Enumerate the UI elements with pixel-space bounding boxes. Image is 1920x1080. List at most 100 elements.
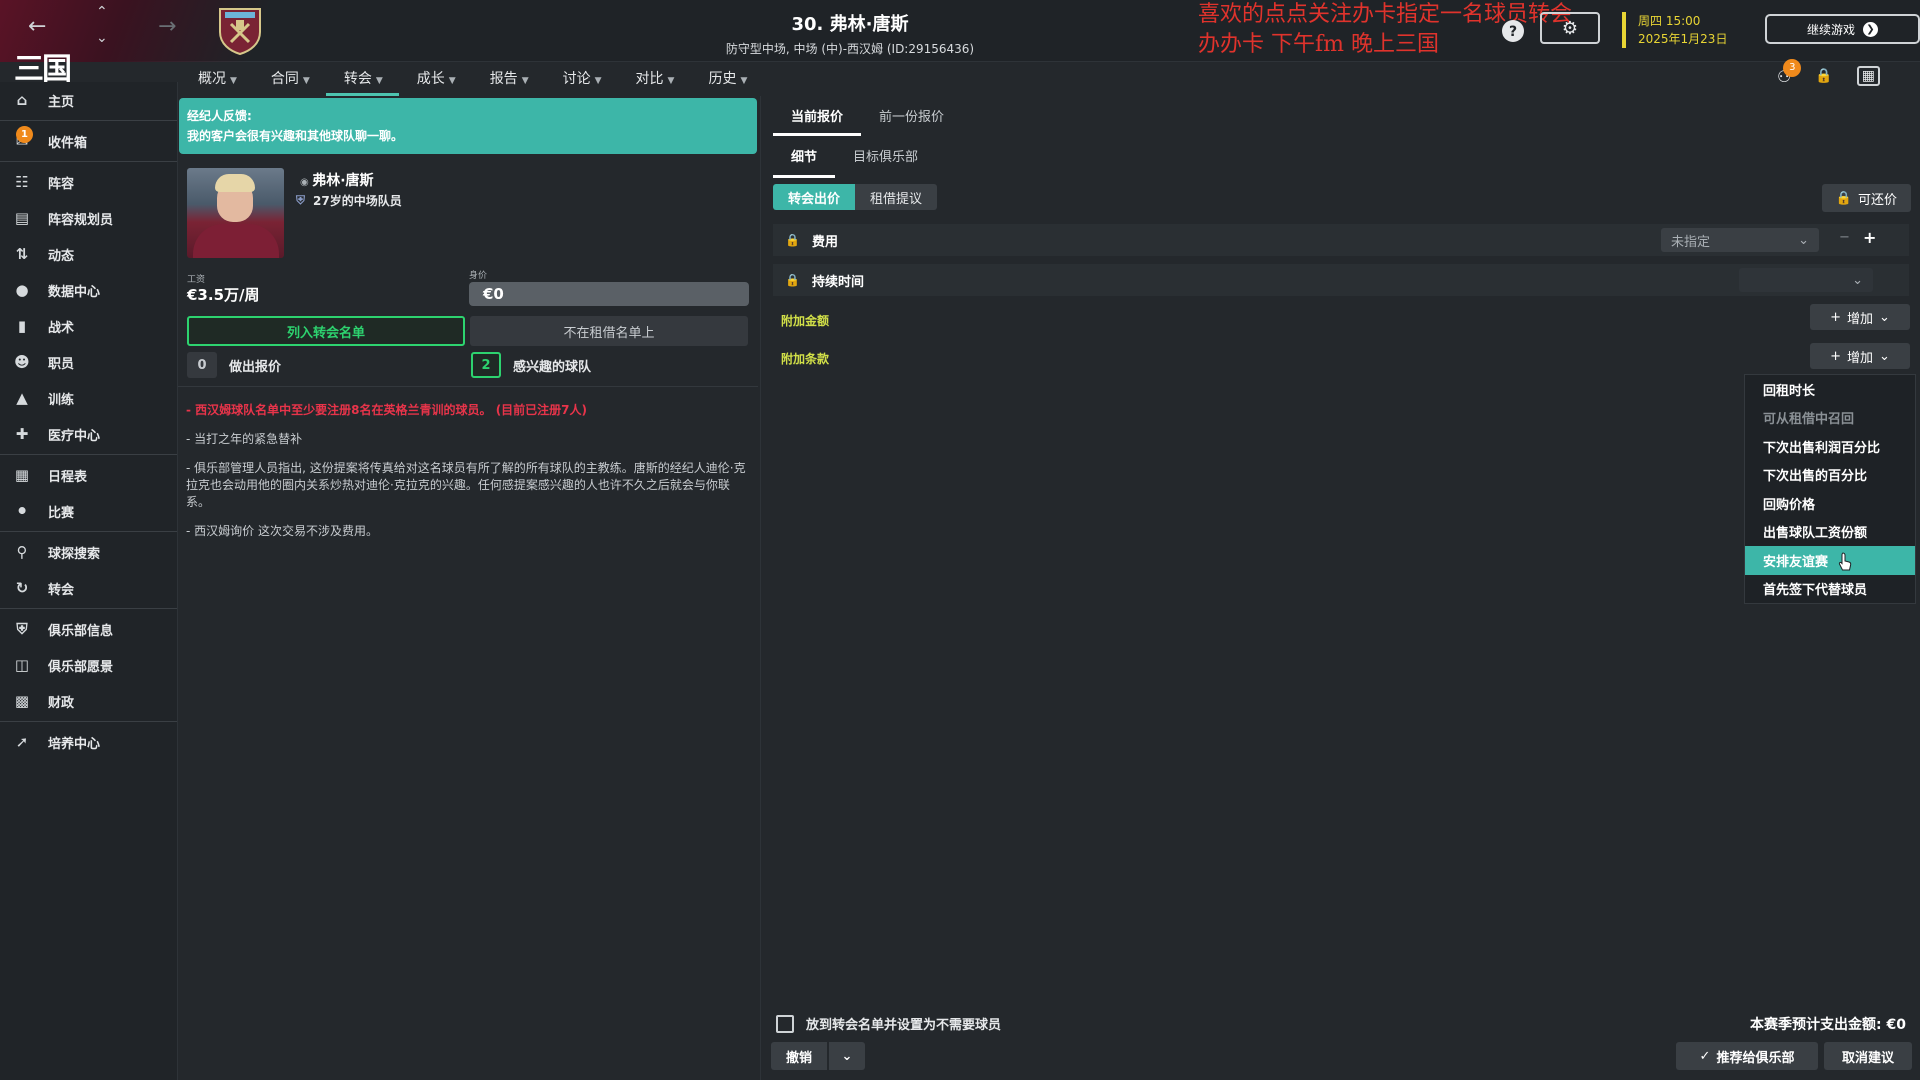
- tab-overview[interactable]: 概况 ▼: [180, 62, 253, 96]
- menu-item-friendly-match[interactable]: 安排友谊赛: [1745, 546, 1915, 575]
- chevron-down-icon: ▼: [521, 76, 529, 86]
- dynamics-icon: ⇅: [15, 245, 29, 263]
- menu-item-loan-back-duration[interactable]: 回租时长: [1745, 375, 1915, 404]
- menu-item-sign-replacement-first[interactable]: 首先签下代替球员: [1745, 575, 1915, 604]
- sidebar-item-label: 培养中心: [48, 736, 101, 752]
- training-icon: ▲: [16, 389, 28, 407]
- add-label: 增加: [1846, 311, 1873, 327]
- plus-icon: +: [1830, 348, 1841, 364]
- interested-label: 感兴趣的球队: [513, 359, 592, 375]
- sidebar-item-schedule[interactable]: ▦ 日程表: [0, 457, 177, 493]
- transfer-list-checkbox-row[interactable]: 放到转会名单并设置为不需要球员: [776, 1014, 1001, 1033]
- forward-arrow-icon[interactable]: →: [158, 14, 176, 39]
- lock-icon[interactable]: 🔒: [785, 273, 800, 287]
- undo-options-button[interactable]: ⌄: [829, 1042, 865, 1070]
- top-bar: ← ⌃ ⌄ → 三国 30. 弗林·唐斯 防守型中场, 中场 (中)-西汉姆 (…: [0, 0, 1920, 87]
- player-desc-label: 27岁的中场队员: [313, 194, 402, 208]
- lock-icon: 🔒: [1835, 190, 1852, 206]
- menu-item-wage-contribution[interactable]: 出售球队工资份额: [1745, 518, 1915, 547]
- agent-feedback-title: 经纪人反馈:: [187, 109, 252, 123]
- sidebar-item-development[interactable]: ➚ 培养中心: [0, 724, 177, 760]
- tab-label: 转会: [343, 71, 372, 87]
- chevron-down-icon[interactable]: ⌄: [96, 30, 108, 46]
- tab-compare[interactable]: 对比 ▼: [618, 62, 691, 96]
- layout-toggle-icon[interactable]: ▦: [1856, 66, 1880, 86]
- offers-made[interactable]: 0 做出报价: [187, 352, 281, 378]
- chevron-down-icon: ⌄: [1879, 309, 1890, 325]
- sidebar-item-squad-planner[interactable]: ▤ 阵容规划员: [0, 200, 177, 236]
- development-icon: ➚: [15, 733, 29, 751]
- settings-gear-icon[interactable]: ⚙: [1540, 12, 1600, 44]
- tab-transfer[interactable]: 转会 ▼: [325, 62, 399, 96]
- chevron-down-icon: ▼: [375, 76, 383, 86]
- undo-button[interactable]: 撤销: [771, 1042, 827, 1070]
- sidebar-item-squad[interactable]: ☷ 阵容: [0, 164, 177, 200]
- tab-target-club[interactable]: 目标俱乐部: [835, 142, 936, 178]
- interested-clubs[interactable]: 2 感兴趣的球队: [471, 352, 591, 378]
- menu-item-buy-back-price[interactable]: 回购价格: [1745, 489, 1915, 518]
- player-name-label: 弗林·唐斯: [312, 173, 374, 189]
- tab-current-offer[interactable]: 当前报价: [773, 102, 862, 136]
- offer-type-toggle: 转会出价 租借提议: [773, 184, 938, 210]
- sidebar-item-medical[interactable]: ✚ 医疗中心: [0, 416, 177, 452]
- sidebar-item-scouting[interactable]: ⚲ 球探搜索: [0, 534, 177, 570]
- minus-icon[interactable]: −: [1839, 230, 1850, 245]
- sidebar-item-transfers[interactable]: ↻ 转会: [0, 570, 177, 606]
- sidebar-item-club-vision[interactable]: ◫ 俱乐部愿景: [0, 647, 177, 683]
- add-clause-label: 附加条款: [781, 352, 830, 366]
- sidebar-item-staff[interactable]: ☻ 职员: [0, 344, 177, 380]
- player-name[interactable]: ◉ 弗林·唐斯: [300, 170, 374, 190]
- sidebar-item-tactics[interactable]: ▮ 战术: [0, 308, 177, 344]
- add-clause-button[interactable]: + 增加 ⌄: [1810, 343, 1910, 369]
- calendar-icon: ▦: [14, 466, 30, 484]
- player-photo: [187, 168, 284, 258]
- duration-label: 持续时间: [811, 274, 864, 290]
- transfer-offer-option[interactable]: 转会出价: [773, 184, 856, 210]
- menu-item-recall-from-loan[interactable]: 可从租借中召回: [1745, 404, 1915, 433]
- add-amount-button[interactable]: + 增加 ⌄: [1810, 304, 1910, 330]
- withdraw-suggestion-button[interactable]: 取消建议: [1824, 1042, 1912, 1070]
- transfer-list-checkbox[interactable]: [776, 1014, 794, 1033]
- add-to-transfer-list-button[interactable]: 列入转会名单: [187, 316, 465, 346]
- lock-icon[interactable]: 🔒: [1815, 68, 1832, 84]
- home-icon: ⌂: [16, 91, 28, 109]
- negotiable-button[interactable]: 🔒 可还价: [1821, 184, 1911, 212]
- duration-select[interactable]: ⌄: [1739, 268, 1873, 292]
- tab-development[interactable]: 成长 ▼: [399, 62, 472, 96]
- club-crest-icon[interactable]: [217, 6, 263, 56]
- menu-item-sell-on-percent[interactable]: 下次出售的百分比: [1745, 461, 1915, 490]
- sidebar-item-home[interactable]: ⌂ 主页: [0, 82, 177, 118]
- sidebar-divider: [0, 120, 177, 121]
- sidebar-item-inbox[interactable]: ✉1收件箱: [0, 123, 177, 159]
- sidebar-divider: [0, 454, 177, 455]
- sidebar-item-finances[interactable]: ▩ 财政: [0, 683, 177, 719]
- back-arrow-icon[interactable]: ←: [28, 14, 46, 39]
- negotiable-label: 可还价: [1857, 192, 1897, 208]
- lock-icon[interactable]: 🔒: [785, 233, 800, 247]
- chevron-up-icon[interactable]: ⌃: [96, 4, 108, 20]
- sidebar-item-club-info[interactable]: ⛨ 俱乐部信息: [0, 611, 177, 647]
- sidebar-item-competitions[interactable]: ⚫ 比赛: [0, 493, 177, 529]
- sidebar-item-data-hub[interactable]: ● 数据中心: [0, 272, 177, 308]
- sidebar-item-dynamics[interactable]: ⇅ 动态: [0, 236, 177, 272]
- tab-reports[interactable]: 报告 ▼: [472, 62, 545, 96]
- offer-tabs: 当前报价 前一份报价: [773, 102, 962, 136]
- loan-offer-option[interactable]: 租借提议: [855, 184, 938, 210]
- sidebar-item-label: 职员: [48, 356, 75, 372]
- tab-contract[interactable]: 合同 ▼: [253, 62, 326, 96]
- help-icon[interactable]: ?: [1498, 16, 1528, 46]
- fee-select[interactable]: 未指定 ⌄: [1661, 228, 1819, 252]
- social-feed-icon[interactable]: ⚇ 3: [1777, 58, 1802, 86]
- tab-discuss[interactable]: 讨论 ▼: [545, 62, 618, 96]
- sidebar-item-training[interactable]: ▲ 训练: [0, 380, 177, 416]
- player-description: ⛨ 27岁的中场队员: [296, 192, 402, 209]
- add-label: 增加: [1846, 350, 1873, 366]
- tab-previous-offer[interactable]: 前一份报价: [861, 102, 962, 136]
- loan-list-button[interactable]: 不在租借名单上: [470, 316, 748, 346]
- menu-item-sell-on-profit[interactable]: 下次出售利润百分比: [1745, 432, 1915, 461]
- plus-icon[interactable]: +: [1863, 228, 1876, 247]
- recommend-to-club-button[interactable]: ✓ 推荐给俱乐部: [1676, 1042, 1818, 1070]
- tab-history[interactable]: 历史 ▼: [690, 62, 763, 96]
- continue-game-button[interactable]: 继续游戏 ❯: [1765, 14, 1920, 44]
- tab-details[interactable]: 细节: [773, 142, 836, 178]
